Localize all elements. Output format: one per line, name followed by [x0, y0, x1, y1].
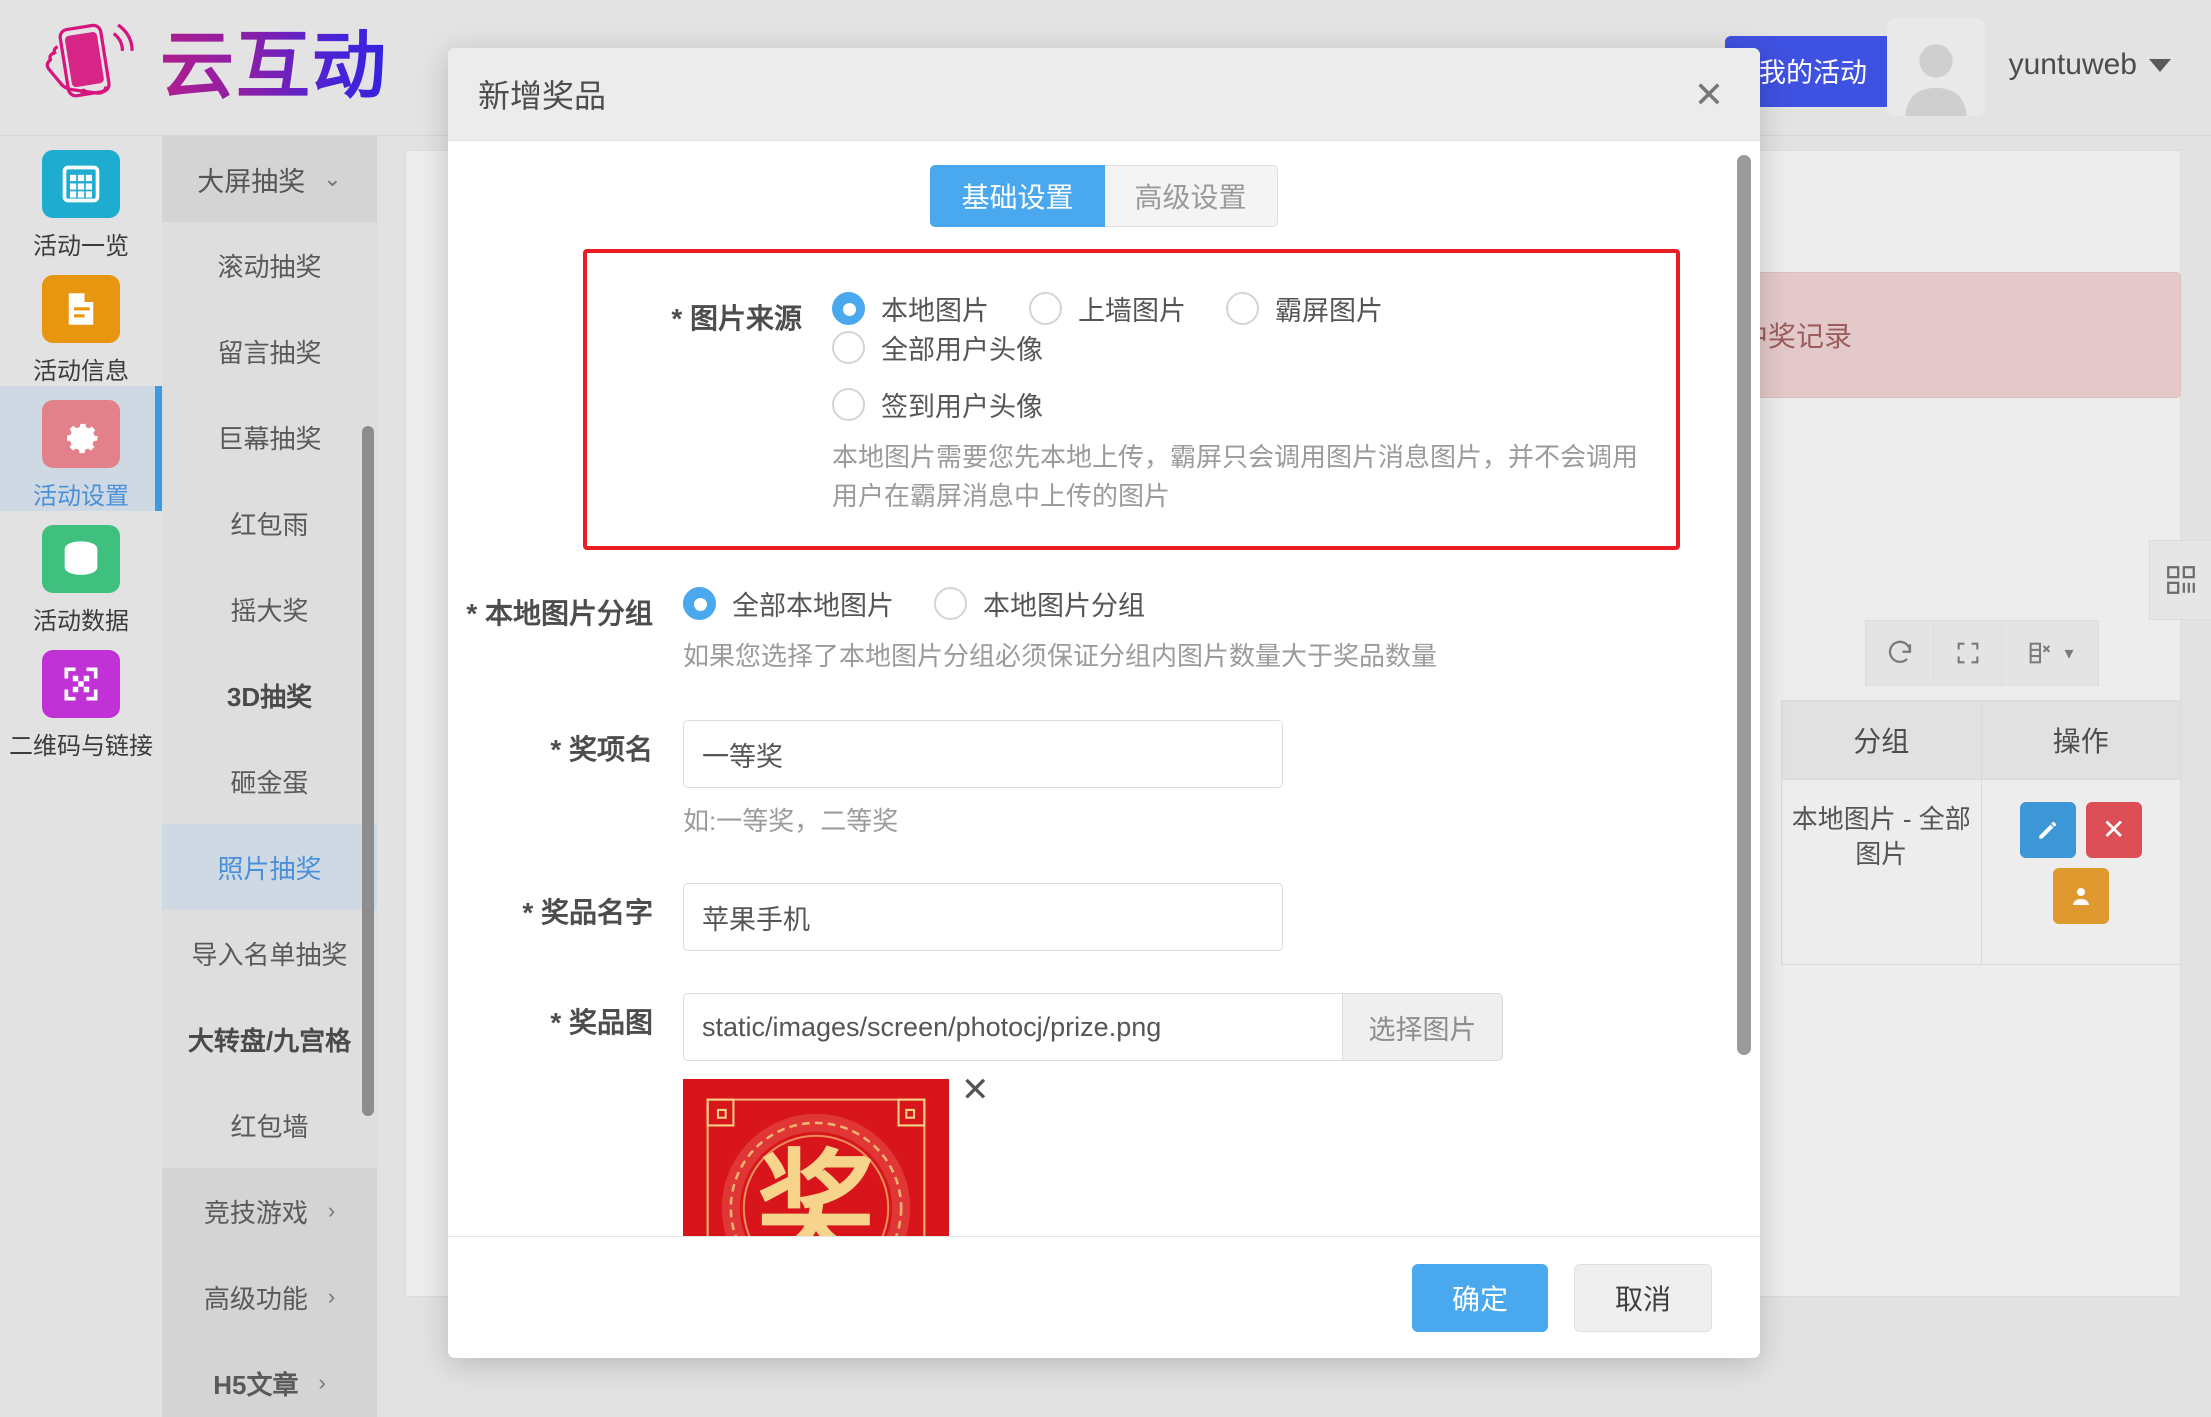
radio-wall-image[interactable]: 上墙图片: [1029, 289, 1186, 328]
confirm-button[interactable]: 确定: [1411, 1263, 1548, 1332]
local-group-hint: 如果您选择了本地图片分组必须保证分组内图片数量大于奖品数量: [683, 641, 1438, 671]
local-group-radio-line: 全部本地图片 本地图片分组: [683, 584, 1760, 623]
radio-label: 上墙图片: [1078, 296, 1186, 326]
image-source-options: 本地图片 上墙图片 霸屏图片 全部用户头像 签到用户头像 本地图片需要您先本地上…: [832, 289, 1652, 516]
prize-image-field: 选择图片: [683, 993, 1760, 1236]
close-icon[interactable]: ✕: [1688, 74, 1730, 116]
cancel-button[interactable]: 取消: [1573, 1263, 1712, 1332]
prize-image-preview-wrap: 奖 ✕ 规格:500px*500px: [683, 1073, 990, 1236]
radio-all-user-avatars[interactable]: 全部用户头像: [832, 328, 1043, 367]
prize-name-field: [683, 883, 1760, 951]
image-source-highlight: * 图片来源 本地图片 上墙图片 霸屏图片 全部用户头像 签到用户头像 本地图片…: [583, 249, 1680, 550]
image-source-label: * 图片来源: [671, 303, 802, 334]
select-image-button[interactable]: 选择图片: [1343, 993, 1503, 1061]
radio-local-image-group[interactable]: 本地图片分组: [934, 584, 1145, 623]
prize-name-row: * 奖品名字: [448, 883, 1760, 951]
dialog-tabs: 基础设置 高级设置: [448, 141, 1760, 227]
dialog-header: 新增奖品 ✕: [448, 48, 1760, 141]
radio-dot-icon: [1226, 292, 1259, 325]
image-source-row: * 图片来源 本地图片 上墙图片 霸屏图片 全部用户头像 签到用户头像 本地图片…: [597, 289, 1652, 516]
dialog-body: 基础设置 高级设置 * 图片来源 本地图片 上墙图片 霸屏图片 全部用户头像 签…: [448, 141, 1760, 1236]
add-prize-dialog: 新增奖品 ✕ 基础设置 高级设置 * 图片来源 本地图片 上墙图片 霸屏图片 全…: [448, 48, 1760, 1358]
prize-thumbnail-art: 奖: [687, 1079, 945, 1236]
image-source-radio-line-2: 签到用户头像: [832, 385, 1652, 424]
prize-item-field: 如:一等奖，二等奖: [683, 720, 1760, 841]
radio-label: 本地图片分组: [983, 591, 1145, 621]
prize-image-path-input[interactable]: [683, 993, 1343, 1061]
prize-item-label: * 奖项名: [550, 734, 653, 765]
radio-label: 签到用户头像: [881, 392, 1043, 422]
radio-label: 全部用户头像: [881, 335, 1043, 365]
prize-item-input[interactable]: [683, 720, 1283, 788]
radio-all-local-images[interactable]: 全部本地图片: [683, 584, 894, 623]
prize-name-input[interactable]: [683, 883, 1283, 951]
dialog-scrollbar[interactable]: [1737, 155, 1751, 1055]
radio-dot-icon: [832, 331, 865, 364]
prize-image-label: * 奖品图: [550, 1007, 653, 1038]
radio-dot-icon: [832, 388, 865, 421]
radio-dot-icon: [832, 292, 865, 325]
prize-name-label: * 奖品名字: [522, 897, 653, 928]
radio-screen-takeover-image[interactable]: 霸屏图片: [1226, 289, 1383, 328]
prize-item-hint: 如:一等奖，二等奖: [683, 806, 899, 836]
prize-item-row: * 奖项名 如:一等奖，二等奖: [448, 720, 1760, 841]
local-group-label: * 本地图片分组: [466, 598, 653, 629]
remove-image-button[interactable]: ✕: [961, 1073, 990, 1107]
tab-basic-settings[interactable]: 基础设置: [930, 165, 1105, 227]
app-root: 云互动 我的活动 yuntuweb 活动一览 活动信息 活动设置 活动数据 二维…: [0, 0, 2211, 1417]
radio-dot-icon: [934, 587, 967, 620]
radio-label: 本地图片: [881, 296, 989, 326]
radio-local-image[interactable]: 本地图片: [832, 289, 989, 328]
dialog-footer: 确定 取消: [448, 1236, 1760, 1358]
prize-image-thumbnail[interactable]: 奖: [683, 1079, 949, 1236]
dialog-title: 新增奖品: [478, 78, 607, 114]
image-source-radio-line-1: 本地图片 上墙图片 霸屏图片 全部用户头像: [832, 289, 1652, 367]
prize-thumbnail-char: 奖: [757, 1142, 876, 1236]
tab-advanced-settings[interactable]: 高级设置: [1104, 165, 1278, 227]
prize-image-row: * 奖品图 选择图片: [448, 993, 1760, 1236]
local-group-row: * 本地图片分组 全部本地图片 本地图片分组 如果您选择了本地图片分组必须保证分…: [448, 584, 1760, 676]
local-group-options: 全部本地图片 本地图片分组 如果您选择了本地图片分组必须保证分组内图片数量大于奖…: [683, 584, 1760, 676]
radio-label: 霸屏图片: [1275, 296, 1383, 326]
radio-dot-icon: [683, 587, 716, 620]
image-source-hint: 本地图片需要您先本地上传，霸屏只会调用图片消息图片，并不会调用用户在霸屏消息中上…: [832, 442, 1639, 511]
radio-label: 全部本地图片: [732, 591, 894, 621]
radio-signin-user-avatars[interactable]: 签到用户头像: [832, 385, 1043, 424]
radio-dot-icon: [1029, 292, 1062, 325]
prize-image-input-group: 选择图片: [683, 993, 1503, 1061]
